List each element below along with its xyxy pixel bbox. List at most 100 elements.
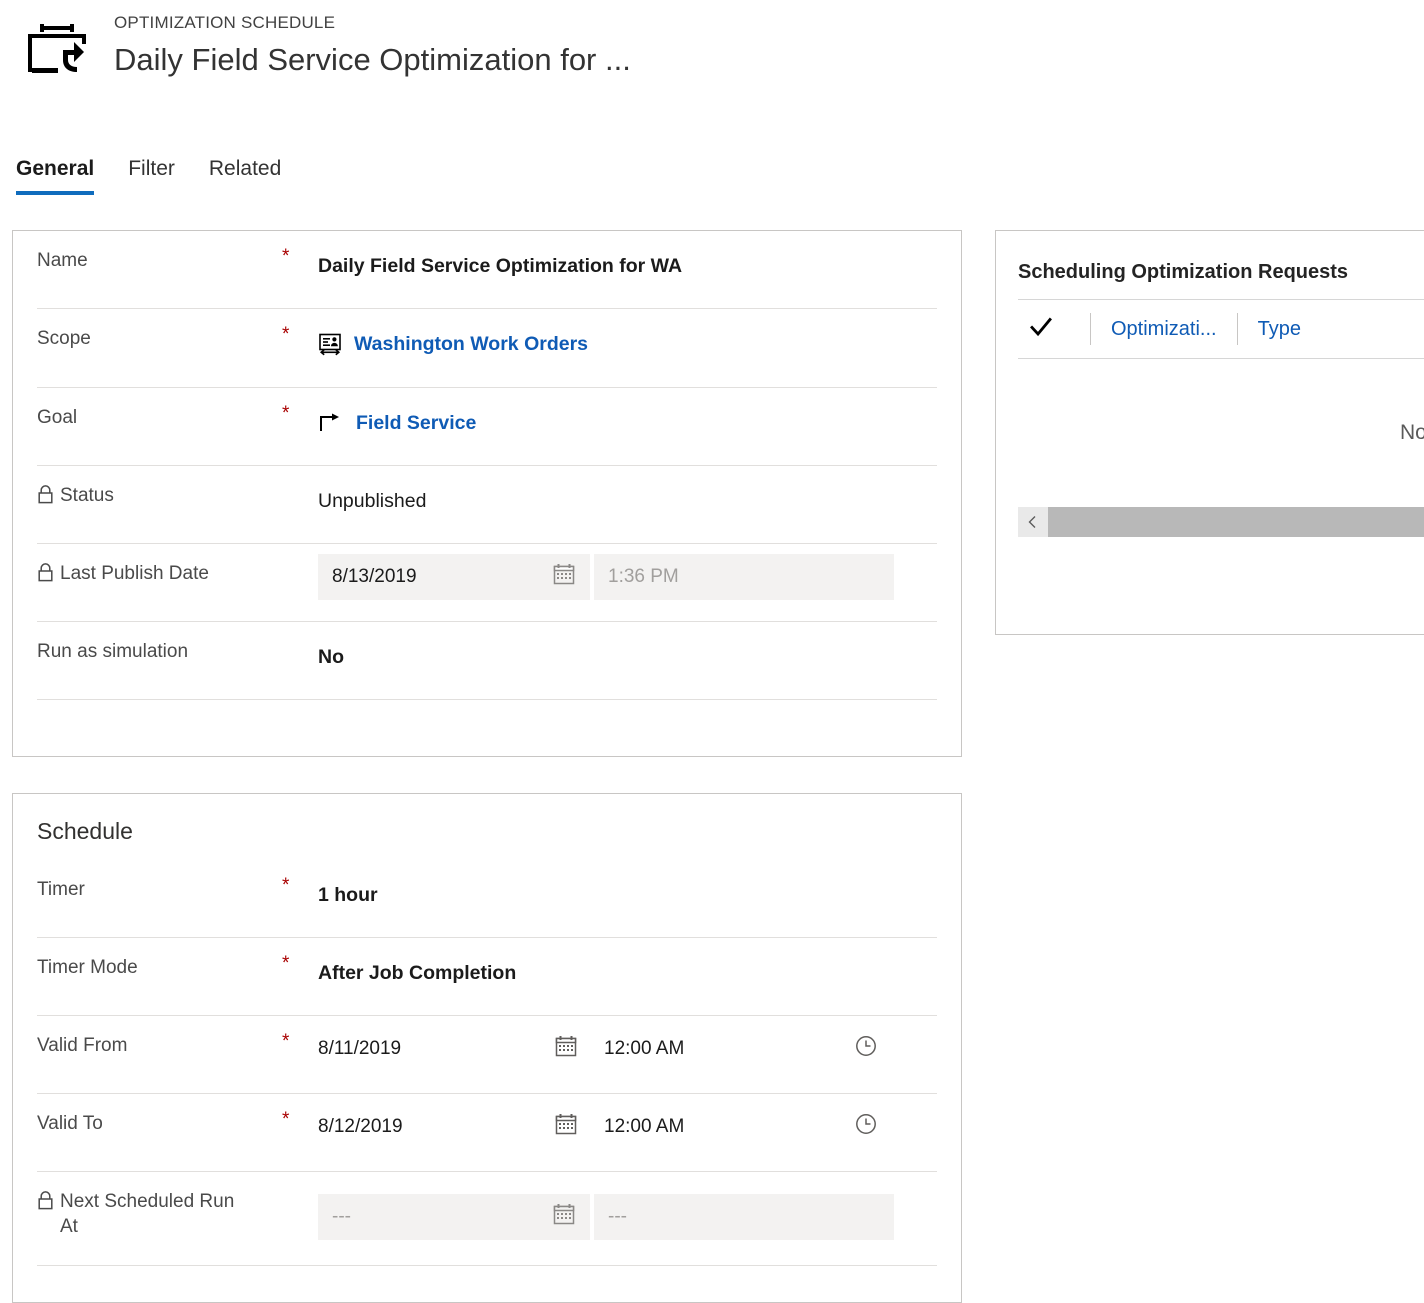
last-publish-date-inputs: 8/13/2019 1:36 PM (318, 544, 937, 600)
field-label-last-publish-date: Last Publish Date (37, 544, 282, 590)
valid-to-date-value: 8/12/2019 (318, 1116, 403, 1137)
field-label-scope: Scope (37, 328, 91, 349)
column-separator (1236, 313, 1238, 345)
valid-from-inputs: 8/11/2019 12:00 AM (318, 1016, 937, 1072)
field-label-valid-to: Valid To (37, 1113, 103, 1134)
field-row-valid-from: Valid From * 8/11/2019 12:00 AM (37, 1016, 937, 1094)
tab-related[interactable]: Related (209, 155, 281, 195)
field-label-status-text: Status (60, 485, 114, 506)
field-value-run-as-simulation[interactable]: No (318, 622, 937, 670)
last-publish-time-field: 1:36 PM (594, 554, 894, 600)
grid-body: No da (996, 359, 1424, 537)
scheduling-optimization-requests-panel: Scheduling Optimization Requests Optimiz… (995, 230, 1424, 635)
scope-territory-icon (318, 332, 342, 356)
field-label-goal: Goal (37, 407, 78, 428)
select-all-checkbox[interactable] (1018, 314, 1084, 345)
field-row-goal: Goal * Field Service (37, 388, 937, 466)
required-marker-last-publish-date (282, 544, 318, 560)
chevron-left-icon[interactable] (1018, 507, 1048, 537)
calendar-icon[interactable] (554, 1034, 578, 1064)
calendar-icon (552, 562, 576, 592)
field-value-timer[interactable]: 1 hour (318, 860, 937, 908)
checkmark-icon (1028, 314, 1054, 345)
required-marker-timer-mode: * (282, 953, 290, 974)
calendar-icon[interactable] (554, 1112, 578, 1142)
general-section-card: Name * Daily Field Service Optimization … (12, 230, 962, 757)
tab-general[interactable]: General (16, 155, 95, 195)
field-value-scope[interactable]: Washington Work Orders (318, 309, 937, 357)
next-scheduled-run-at-inputs: --- --- (318, 1172, 937, 1240)
field-row-name: Name * Daily Field Service Optimization … (37, 231, 937, 309)
field-label-timer: Timer (37, 879, 85, 900)
lock-icon (37, 562, 54, 590)
last-publish-date-value: 8/13/2019 (332, 566, 417, 587)
required-marker-timer: * (282, 875, 290, 896)
column-header-optimization-request[interactable]: Optimizati... (1097, 318, 1231, 341)
column-header-type[interactable]: Type (1244, 318, 1315, 341)
valid-to-time-field[interactable]: 12:00 AM (594, 1104, 894, 1150)
field-row-timer: Timer * 1 hour (37, 860, 937, 938)
schedule-section-card: Schedule Timer * 1 hour Timer Mode * Aft… (12, 793, 962, 1303)
field-row-next-scheduled-run-at: Next Scheduled Run At --- --- (37, 1172, 937, 1266)
clock-icon[interactable] (854, 1112, 878, 1142)
page-title: Daily Field Service Optimization for ... (114, 42, 631, 77)
required-marker-goal: * (282, 403, 290, 424)
valid-to-date-field[interactable]: 8/12/2019 (318, 1104, 594, 1150)
field-label-valid-from: Valid From (37, 1035, 128, 1056)
schedule-section-title: Schedule (37, 818, 133, 844)
valid-from-date-field[interactable]: 8/11/2019 (318, 1026, 594, 1072)
horizontal-scrollbar[interactable] (1018, 507, 1424, 537)
valid-from-date-value: 8/11/2019 (318, 1038, 402, 1059)
header-text-block: OPTIMIZATION SCHEDULE Daily Field Servic… (114, 12, 631, 82)
field-value-goal-text: Field Service (356, 412, 477, 434)
field-label-last-publish-date-text: Last Publish Date (60, 563, 209, 584)
entity-type-label: OPTIMIZATION SCHEDULE (114, 13, 336, 32)
clock-icon[interactable] (854, 1034, 878, 1064)
next-scheduled-run-time-field: --- (594, 1194, 894, 1240)
empty-state-message: No da (1399, 421, 1424, 444)
required-marker-valid-to: * (282, 1109, 290, 1130)
next-scheduled-run-date-field: --- (318, 1194, 590, 1240)
field-value-timer-mode[interactable]: After Job Completion (318, 938, 937, 986)
goal-arrow-icon (318, 411, 344, 435)
valid-from-time-value: 12:00 AM (604, 1038, 685, 1059)
required-marker-name: * (282, 246, 290, 267)
lock-icon (37, 1190, 54, 1218)
required-marker-scope: * (282, 324, 290, 345)
valid-from-time-field[interactable]: 12:00 AM (594, 1026, 894, 1072)
valid-to-time-value: 12:00 AM (604, 1116, 685, 1137)
field-value-scope-text: Washington Work Orders (354, 333, 589, 355)
field-value-status: Unpublished (318, 490, 427, 512)
field-row-scope: Scope * Washington Work Orders (37, 309, 937, 388)
field-row-run-as-simulation: Run as simulation No (37, 622, 937, 700)
field-label-next-scheduled-run-at: Next Scheduled Run At (37, 1172, 282, 1239)
next-scheduled-run-time-value: --- (608, 1206, 627, 1227)
tab-bar: General Filter Related (16, 155, 315, 201)
field-label-run-as-simulation: Run as simulation (37, 641, 189, 662)
field-row-timer-mode: Timer Mode * After Job Completion (37, 938, 937, 1016)
panel-title: Scheduling Optimization Requests (1018, 261, 1349, 283)
next-scheduled-run-date-value: --- (332, 1206, 351, 1227)
required-marker-status (282, 466, 318, 482)
optimization-schedule-icon (18, 18, 96, 80)
column-separator (1090, 313, 1091, 345)
field-label-status: Status (37, 466, 282, 512)
field-label-timer-mode: Timer Mode (37, 957, 138, 978)
scrollbar-thumb[interactable] (1048, 507, 1424, 537)
field-label-next-scheduled-run-at-text: Next Scheduled Run At (60, 1191, 235, 1237)
grid-header-row: Optimizati... Type (996, 300, 1424, 358)
field-value-name[interactable]: Daily Field Service Optimization for WA (318, 231, 937, 279)
tab-filter[interactable]: Filter (128, 155, 175, 195)
required-marker-next-scheduled-run-at (282, 1172, 318, 1188)
valid-to-inputs: 8/12/2019 12:00 AM (318, 1094, 937, 1150)
field-row-last-publish-date: Last Publish Date 8/13/2019 1:36 PM (37, 544, 937, 622)
last-publish-date-field: 8/13/2019 (318, 554, 590, 600)
field-label-name: Name (37, 250, 88, 271)
calendar-icon (552, 1202, 576, 1232)
field-value-goal[interactable]: Field Service (318, 388, 937, 436)
field-row-valid-to: Valid To * 8/12/2019 12:00 AM (37, 1094, 937, 1172)
required-marker-run-as-simulation (282, 622, 318, 638)
last-publish-time-value: 1:36 PM (608, 566, 679, 587)
field-row-status: Status Unpublished (37, 466, 937, 544)
required-marker-valid-from: * (282, 1031, 290, 1052)
